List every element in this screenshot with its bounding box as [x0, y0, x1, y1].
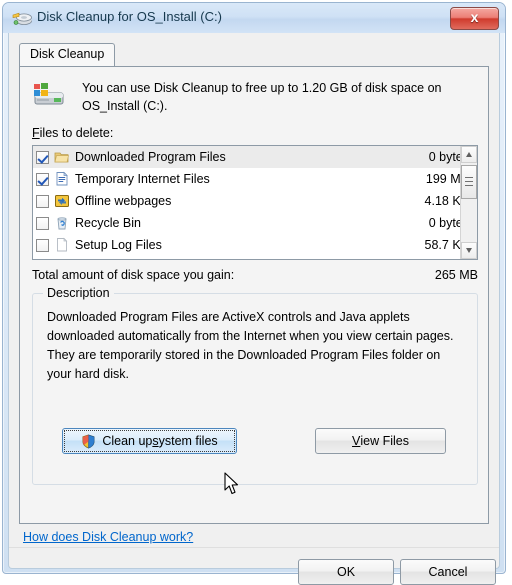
- disk-cleanup-icon: [12, 12, 32, 25]
- total-space-value: 265 MB: [434, 268, 478, 282]
- bottom-separator: [9, 547, 499, 548]
- checkbox-setup-log-files[interactable]: [36, 238, 49, 252]
- tab-strip: Disk Cleanup: [19, 43, 489, 67]
- clean-up-system-files-button[interactable]: Clean up s ystem files: [62, 428, 237, 454]
- cancel-label: Cancel: [428, 565, 468, 579]
- files-to-delete-label: Files to delete:: [32, 126, 113, 140]
- blank-page-icon: [57, 237, 68, 252]
- view-files-accelerator: V: [352, 434, 361, 448]
- title-bar: Disk Cleanup for OS_Install (C:) x: [3, 3, 505, 33]
- list-item-label: Recycle Bin: [75, 216, 141, 230]
- list-item-label: Setup Log Files: [75, 238, 162, 252]
- checkbox-recycle-bin[interactable]: [36, 216, 49, 230]
- clean-up-label-pre: Clean up: [102, 434, 153, 448]
- files-label-accelerator: F: [32, 126, 40, 140]
- scroll-up-button[interactable]: [461, 146, 477, 163]
- list-item-label: Offline webpages: [75, 194, 172, 208]
- scroll-down-button[interactable]: [461, 242, 477, 259]
- checkbox-offline-webpages[interactable]: [36, 194, 49, 208]
- list-item[interactable]: Offline webpages 4.18 KB: [33, 190, 477, 212]
- tab-panel-disk-cleanup: You can use Disk Cleanup to free up to 1…: [19, 66, 489, 524]
- client-area: Disk Cleanup You can use Disk Cleanup to…: [8, 33, 500, 585]
- chevron-up-icon: [466, 152, 472, 157]
- folder-icon: [54, 152, 69, 163]
- clean-up-label-post: ystem files: [158, 434, 218, 448]
- uac-shield-icon: [82, 434, 95, 448]
- description-text: Downloaded Program Files are ActiveX con…: [47, 310, 454, 381]
- description-groupbox: Description Downloaded Program Files are…: [32, 286, 478, 485]
- scrollbar-thumb[interactable]: [461, 165, 477, 199]
- hard-drive-icon: [34, 83, 64, 105]
- chevron-down-icon: [466, 248, 472, 253]
- description-legend: Description: [43, 286, 114, 300]
- close-icon: x: [470, 9, 479, 25]
- sync-arrows-icon: [55, 195, 69, 207]
- list-item-label: Downloaded Program Files: [75, 150, 226, 164]
- tab-disk-cleanup[interactable]: Disk Cleanup: [19, 43, 116, 67]
- tab-label: Disk Cleanup: [30, 47, 105, 61]
- checkbox-downloaded-program-files[interactable]: [36, 150, 49, 164]
- ok-label: OK: [336, 565, 356, 579]
- list-item-partial[interactable]: [33, 256, 477, 260]
- document-icon: [56, 171, 68, 186]
- list-scrollbar[interactable]: [460, 146, 477, 259]
- list-item[interactable]: Recycle Bin 0 bytes: [33, 212, 477, 234]
- header-description: You can use Disk Cleanup to free up to 1…: [82, 81, 442, 113]
- disk-cleanup-window: Disk Cleanup for OS_Install (C:) x Disk …: [2, 2, 506, 585]
- list-item-label: Temporary Internet Files: [75, 172, 210, 186]
- window-title: Disk Cleanup for OS_Install (C:): [37, 9, 222, 24]
- blank-page-icon: [54, 259, 70, 260]
- grip-icon: [465, 177, 473, 178]
- list-item[interactable]: Temporary Internet Files 199 MB: [33, 168, 477, 190]
- close-button[interactable]: x: [450, 7, 499, 30]
- cancel-button[interactable]: Cancel: [400, 559, 496, 585]
- files-label-rest: iles to delete:: [39, 126, 114, 140]
- list-item[interactable]: Setup Log Files 58.7 KB: [33, 234, 477, 256]
- total-space-label: Total amount of disk space you gain:: [32, 268, 235, 282]
- how-does-disk-cleanup-work-link[interactable]: How does Disk Cleanup work?: [23, 530, 193, 544]
- checkbox-temporary-internet-files[interactable]: [36, 172, 49, 186]
- ok-button[interactable]: OK: [298, 559, 394, 585]
- view-files-button[interactable]: View Files: [315, 428, 446, 454]
- files-to-delete-list[interactable]: Downloaded Program Files 0 bytes Tempora…: [32, 145, 478, 260]
- list-item[interactable]: Downloaded Program Files 0 bytes: [33, 146, 477, 168]
- recycle-bin-icon: [57, 217, 67, 230]
- view-files-label-rest: iew Files: [360, 434, 409, 448]
